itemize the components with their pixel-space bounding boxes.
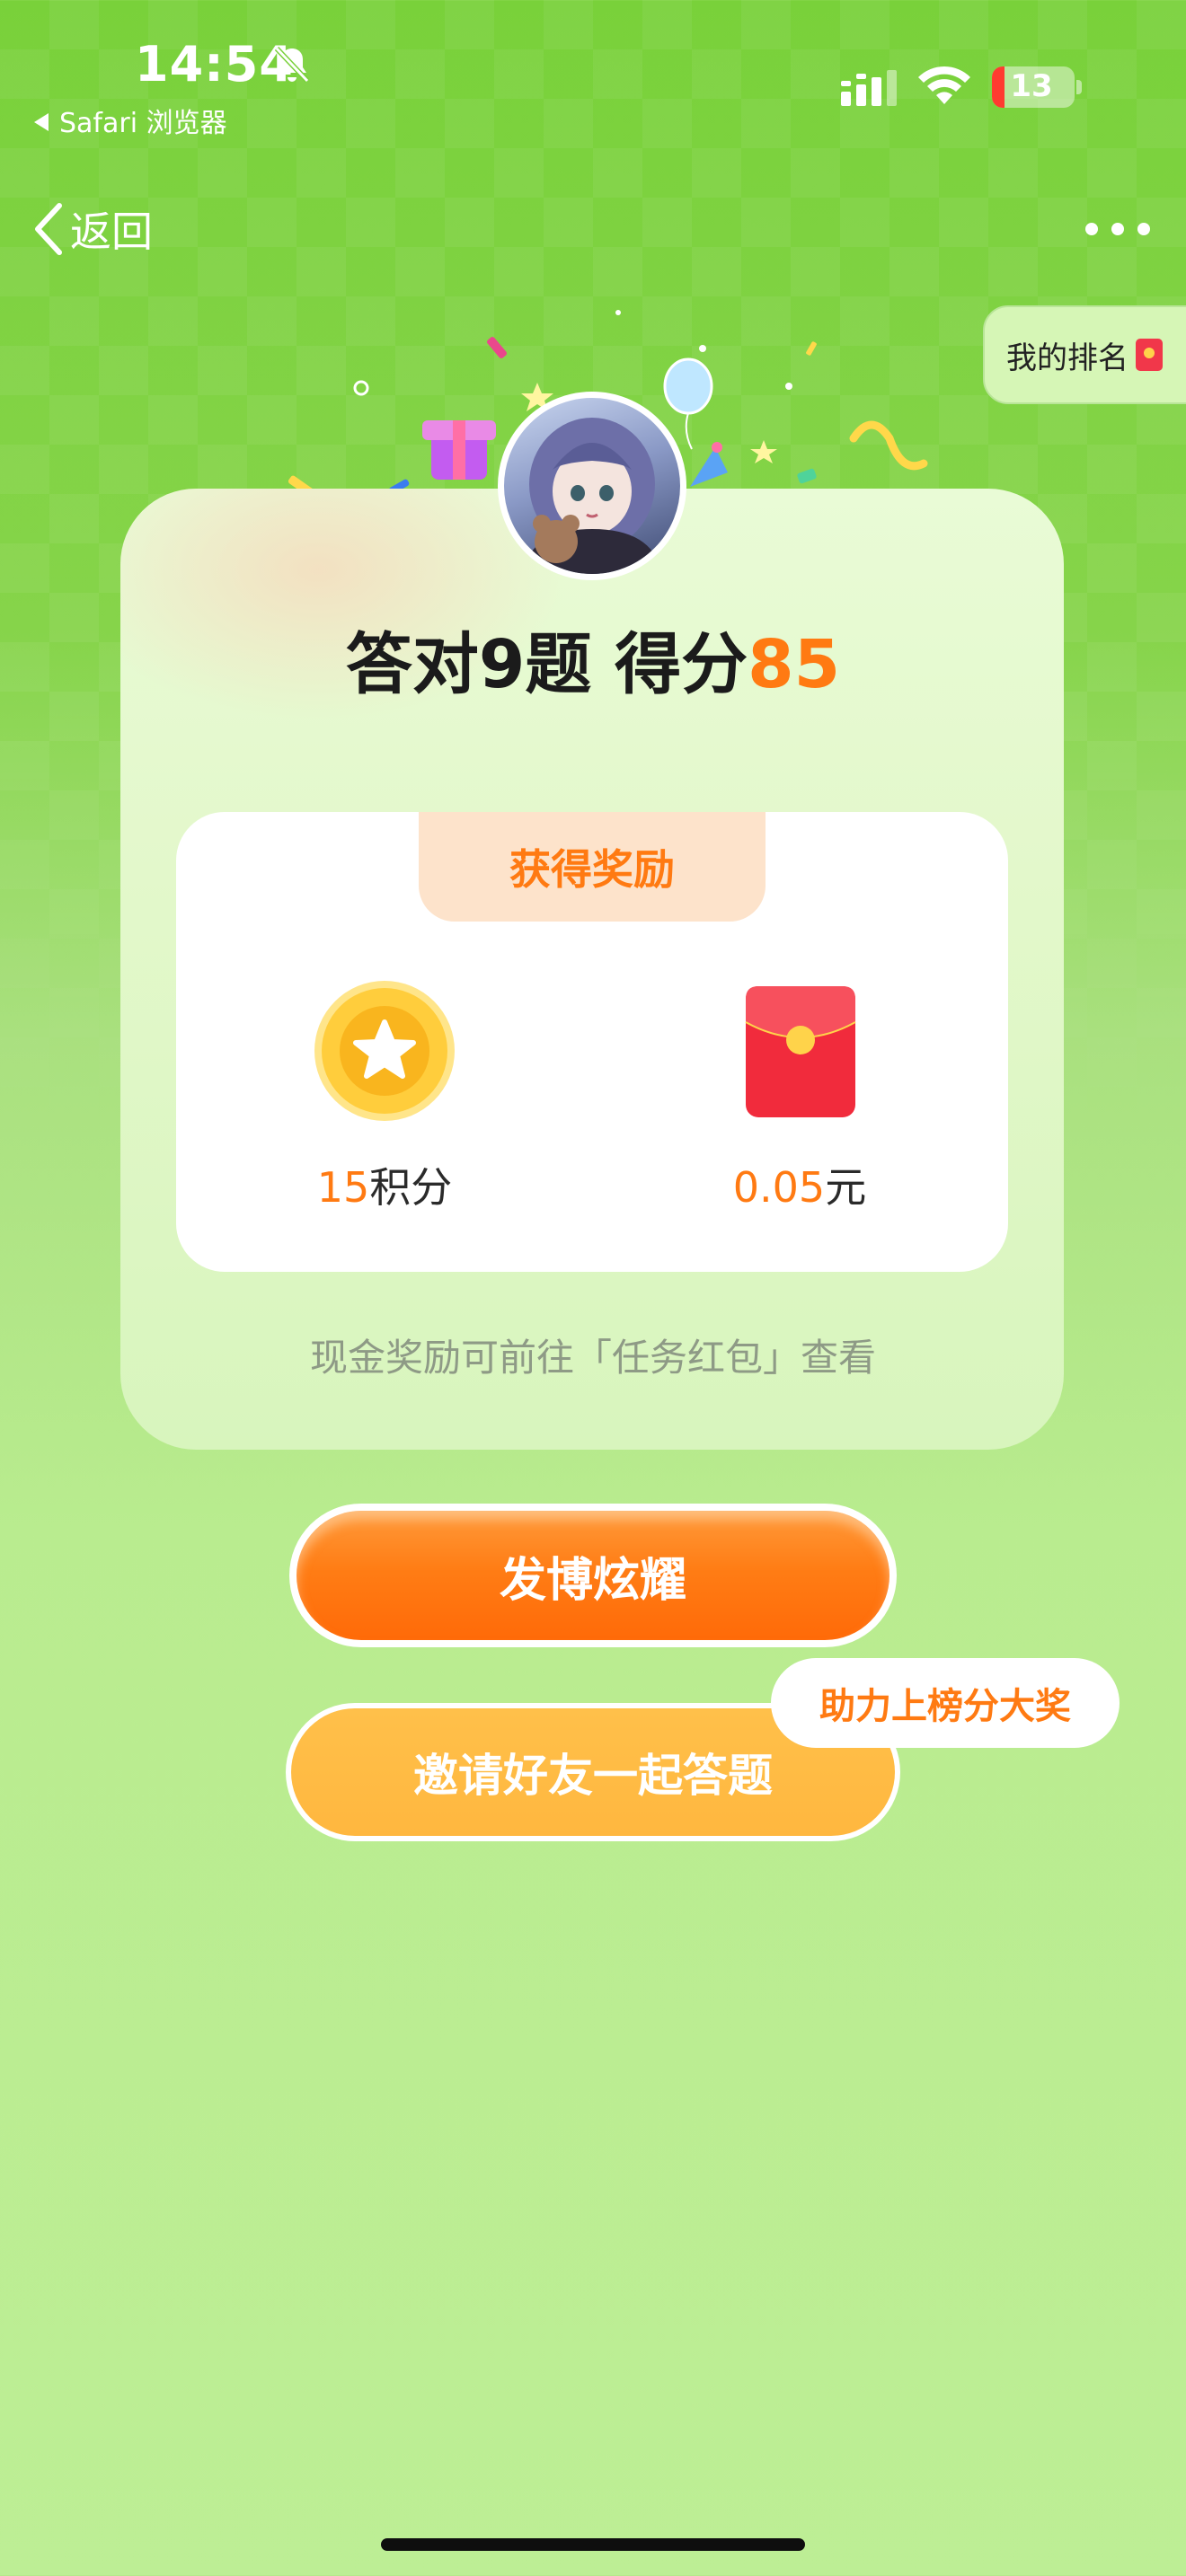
score-summary: 答对9题 得分85: [0, 611, 1186, 707]
share-brag-label: 发博炫耀: [296, 1511, 890, 1640]
star-coin-icon: [314, 981, 455, 1121]
cash-unit: 元: [825, 1163, 867, 1212]
my-ranking-button[interactable]: 我的排名: [983, 305, 1186, 404]
home-indicator[interactable]: [381, 2538, 805, 2551]
red-packet-reward-icon: [745, 986, 856, 1117]
points-value: 15: [316, 1163, 370, 1212]
status-time: 14:54: [135, 36, 294, 93]
cash-value: 0.05: [732, 1163, 826, 1212]
avatar-illustration: [522, 418, 662, 574]
back-to-safari-link[interactable]: Safari 浏览器: [34, 101, 227, 140]
reward-title: 获得奖励: [419, 812, 766, 922]
score-prefix: 答对9题 得分: [345, 626, 748, 703]
wifi-icon: [918, 66, 970, 104]
red-packet-icon: [1136, 339, 1163, 371]
back-app-label: Safari 浏览器: [59, 108, 227, 139]
back-button[interactable]: 返回: [32, 199, 153, 259]
battery-icon: 13: [992, 66, 1082, 108]
cash-reward: 0.05元: [665, 1155, 934, 1214]
battery-level: 13: [1010, 68, 1053, 104]
more-options-icon[interactable]: [1085, 216, 1150, 243]
user-avatar: [498, 392, 686, 580]
cash-reward-tip: 现金奖励可前往「任务红包」查看: [309, 1336, 876, 1380]
back-label: 返回: [70, 207, 153, 256]
points-unit: 积分: [369, 1163, 453, 1212]
invite-promo-badge: 助力上榜分大奖: [771, 1658, 1120, 1748]
points-reward: 15积分: [250, 1155, 519, 1214]
back-triangle-icon: [34, 113, 49, 131]
score-value: 85: [748, 626, 841, 703]
share-brag-button[interactable]: 发博炫耀: [289, 1504, 897, 1647]
chevron-left-icon: [35, 203, 62, 255]
ranking-label: 我的排名: [1006, 340, 1128, 376]
bell-muted-icon: [274, 46, 310, 84]
cellular-signal-icon: [841, 70, 897, 106]
